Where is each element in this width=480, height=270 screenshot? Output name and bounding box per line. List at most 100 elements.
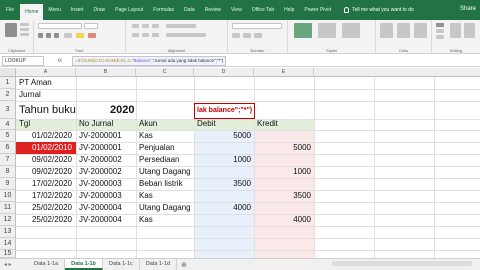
- sheet-tab-1d[interactable]: Data 1-1d: [140, 259, 177, 270]
- cut-icon[interactable]: [20, 23, 29, 26]
- cell-styles-icon[interactable]: [342, 23, 360, 38]
- row-header-6[interactable]: 6: [0, 142, 16, 154]
- format-cells-icon[interactable]: [414, 23, 427, 38]
- col-header-a[interactable]: A: [16, 68, 76, 77]
- header-no-jurnal[interactable]: No Jurnal: [79, 118, 113, 130]
- select-all-corner[interactable]: [0, 68, 16, 77]
- align-top-icon[interactable]: [132, 24, 139, 28]
- row-header-13[interactable]: 13: [0, 226, 16, 238]
- align-left-icon[interactable]: [132, 33, 139, 37]
- cell-tgl[interactable]: 17/02/2020: [16, 178, 72, 190]
- cell-kredit[interactable]: 3500: [254, 190, 311, 202]
- cell-akun[interactable]: Kas: [139, 130, 153, 142]
- paste-icon[interactable]: [5, 23, 17, 37]
- col-header-b[interactable]: B: [76, 68, 136, 77]
- cell-akun[interactable]: Beban listrik: [139, 178, 183, 190]
- row-header-12[interactable]: 12: [0, 214, 16, 226]
- cell-debit[interactable]: 3500: [194, 178, 251, 190]
- fill-color-icon[interactable]: [76, 33, 84, 38]
- cell-akun[interactable]: Persediaan: [139, 154, 179, 166]
- tab-data[interactable]: Data: [179, 0, 200, 20]
- cell-no-jurnal[interactable]: JV-2000001: [79, 142, 122, 154]
- fx-icon[interactable]: fx: [58, 58, 62, 64]
- cell-no-jurnal[interactable]: JV-2000001: [79, 130, 122, 142]
- row-header-15[interactable]: 15: [0, 250, 16, 258]
- tab-menu[interactable]: Menu: [43, 0, 66, 20]
- cell-debit[interactable]: 4000: [194, 202, 251, 214]
- row-header-3[interactable]: 3: [0, 101, 16, 119]
- font-name-select[interactable]: [38, 23, 82, 29]
- cell-tgl[interactable]: 09/02/2020: [16, 154, 72, 166]
- bold-icon[interactable]: [38, 33, 43, 38]
- font-size-select[interactable]: [84, 23, 98, 29]
- sheet-tab-1a[interactable]: Data 1-1a: [28, 259, 66, 270]
- tab-formulas[interactable]: Formulas: [148, 0, 179, 20]
- cell-akun[interactable]: Utang Dagang: [139, 166, 191, 178]
- tab-home[interactable]: Home: [20, 4, 44, 20]
- align-bottom-icon[interactable]: [152, 24, 159, 28]
- col-header-e[interactable]: E: [254, 68, 314, 77]
- tab-review[interactable]: Review: [200, 0, 226, 20]
- row-header-11[interactable]: 11: [0, 202, 16, 214]
- share-button[interactable]: Share: [460, 6, 476, 12]
- merge-center-button[interactable]: [166, 33, 206, 37]
- cell-kredit[interactable]: 1000: [254, 166, 311, 178]
- cell-a2[interactable]: Jurnal: [19, 89, 41, 101]
- sheet-tab-1c[interactable]: Data 1-1c: [103, 259, 140, 270]
- name-box[interactable]: LOOKUP: [2, 55, 44, 66]
- cell-no-jurnal[interactable]: JV-2000003: [79, 190, 122, 202]
- find-select-icon[interactable]: [464, 23, 475, 38]
- row-header-4[interactable]: 4: [0, 119, 16, 130]
- cell-a3[interactable]: Tahun buku: [19, 104, 76, 116]
- cell-debit[interactable]: 5000: [194, 130, 251, 142]
- cell-tgl[interactable]: 01/02/2010: [16, 142, 72, 154]
- tab-view[interactable]: View: [226, 0, 247, 20]
- cell-akun[interactable]: Kas: [139, 190, 153, 202]
- delete-cells-icon[interactable]: [397, 23, 410, 38]
- format-painter-icon[interactable]: [20, 33, 29, 36]
- tab-insert[interactable]: Insert: [66, 0, 89, 20]
- comma-icon[interactable]: [254, 33, 262, 38]
- align-right-icon[interactable]: [152, 33, 159, 37]
- sheet-nav-arrows[interactable]: ◂ ▸: [4, 261, 28, 268]
- tab-help[interactable]: Help: [279, 0, 299, 20]
- row-header-14[interactable]: 14: [0, 238, 16, 250]
- cell-no-jurnal[interactable]: JV-2000002: [79, 166, 122, 178]
- cell-d3-editing[interactable]: lak balance";"*"): [194, 103, 256, 119]
- cell-tgl[interactable]: 17/02/2020: [16, 190, 72, 202]
- col-header-c[interactable]: C: [136, 68, 194, 77]
- col-header-d[interactable]: D: [194, 68, 254, 77]
- font-color-icon[interactable]: [88, 33, 96, 38]
- row-header-5[interactable]: 5: [0, 130, 16, 142]
- cell-no-jurnal[interactable]: JV-2000004: [79, 202, 122, 214]
- add-sheet-icon[interactable]: ⊕: [181, 261, 187, 269]
- row-header-1[interactable]: 1: [0, 77, 16, 89]
- cell-debit[interactable]: 1000: [194, 154, 251, 166]
- header-debit[interactable]: Debit: [197, 118, 216, 130]
- align-center-icon[interactable]: [142, 33, 149, 37]
- cell-a1[interactable]: PT Aman: [19, 77, 52, 89]
- sheet-tab-1b[interactable]: Data 1-1b: [65, 259, 103, 270]
- cell-kredit[interactable]: 4000: [254, 214, 311, 226]
- header-kredit[interactable]: Kredit: [257, 118, 278, 130]
- tab-power-pivot[interactable]: Power Pivot: [299, 0, 336, 20]
- cell-no-jurnal[interactable]: JV-2000003: [79, 178, 122, 190]
- cell-kredit[interactable]: 5000: [254, 142, 311, 154]
- spreadsheet-grid[interactable]: A B C D E 1 2 3 4 5 6 7 8 9 10 11 12 13 …: [0, 68, 480, 258]
- cell-tgl[interactable]: 25/02/2020: [16, 202, 72, 214]
- number-format-select[interactable]: [232, 23, 282, 29]
- row-header-8[interactable]: 8: [0, 166, 16, 178]
- row-header-2[interactable]: 2: [0, 89, 16, 101]
- fill-icon[interactable]: [436, 29, 444, 33]
- tab-draw[interactable]: Draw: [88, 0, 110, 20]
- cell-akun[interactable]: Kas: [139, 214, 153, 226]
- cell-tgl[interactable]: 25/02/2020: [16, 214, 72, 226]
- currency-icon[interactable]: [232, 33, 240, 38]
- cell-tgl[interactable]: 09/02/2020: [16, 166, 72, 178]
- clear-icon[interactable]: [436, 35, 444, 39]
- row-header-9[interactable]: 9: [0, 178, 16, 190]
- formula-input[interactable]: =IF(SUM(D:D)-SUM(E:E)=0,"Balance","Jurna…: [71, 55, 227, 66]
- cell-akun[interactable]: Penjualan: [139, 142, 175, 154]
- align-middle-icon[interactable]: [142, 24, 149, 28]
- header-tgl[interactable]: Tgl: [19, 118, 30, 130]
